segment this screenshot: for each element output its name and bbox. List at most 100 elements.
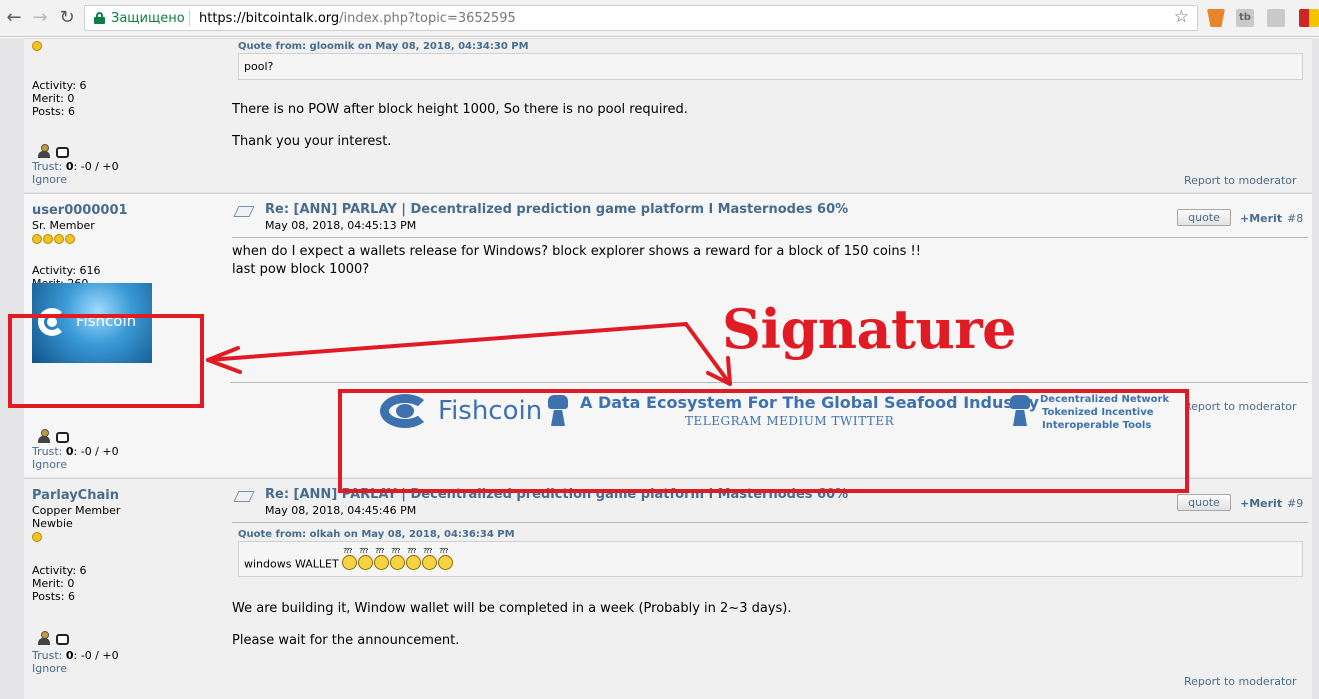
url-host: https://bitcointalk.org: [199, 11, 340, 26]
quote-button[interactable]: quote: [1177, 209, 1231, 226]
post-date: May 08, 2018, 04:45:46 PM: [265, 504, 417, 517]
annotation-label: Signature: [722, 297, 1017, 361]
post-body-line: when do I expect a wallets release for W…: [232, 244, 921, 259]
activity-stat: Activity: 6: [32, 564, 87, 577]
merit-stat: Merit: 0: [32, 577, 75, 590]
emoticon-row: [342, 547, 454, 571]
bookmark-star-icon[interactable]: ☆: [1174, 7, 1189, 27]
post-subject-icon: [232, 204, 256, 218]
url-text[interactable]: https://bitcointalk.org/index.php?topic=…: [199, 11, 516, 26]
forum-post: ParlayChain Copper Member Newbie Activit…: [24, 478, 1312, 699]
confused-emoticon-icon: [438, 547, 454, 570]
profile-icons: [38, 631, 69, 647]
merit-button[interactable]: +Merit: [1240, 497, 1282, 510]
bookmark-extension-icon[interactable]: [1267, 9, 1285, 27]
username[interactable]: user0000001: [32, 203, 222, 219]
post-divider: [232, 237, 1308, 238]
annotation-box-signature: [338, 389, 1189, 493]
rank-coin-icon: [32, 532, 42, 542]
post-number[interactable]: #8: [1287, 212, 1303, 225]
rank-coins: [32, 532, 222, 544]
username[interactable]: ParlayChain: [32, 488, 222, 504]
member-rank-secondary: Newbie: [32, 517, 73, 530]
poster-stats: Activity: 6 Merit: 0 Posts: 6: [32, 79, 222, 118]
post-body-line: There is no POW after block height 1000,…: [232, 102, 688, 117]
profile-icon[interactable]: [38, 631, 50, 645]
quote-button[interactable]: quote: [1177, 494, 1231, 511]
member-rank: Sr. Member: [32, 219, 95, 232]
ignore-link[interactable]: Ignore: [32, 173, 67, 186]
post-number[interactable]: #9: [1287, 497, 1303, 510]
poster-info: Activity: 6 Merit: 0 Posts: 6: [32, 39, 222, 118]
address-separator: [189, 10, 190, 26]
browser-toolbar: ← → ↻ Защищено https://bitcointalk.org/i…: [0, 0, 1319, 37]
url-path: /index.php?topic=3652595: [339, 11, 516, 26]
flag-extension-icon[interactable]: [1299, 9, 1319, 27]
activity-stat: Activity: 6: [32, 79, 87, 92]
report-link[interactable]: Report to moderator: [1184, 675, 1297, 688]
tb-extension-icon[interactable]: tb: [1236, 9, 1254, 27]
post-body-line: last pow block 1000?: [232, 262, 370, 277]
confused-emoticon-icon: [422, 547, 438, 570]
trust-label: Trust:: [32, 160, 63, 173]
profile-icon[interactable]: [38, 144, 50, 158]
report-link[interactable]: Report to moderator: [1184, 174, 1297, 187]
trust-line: Trust: 0: -0 / +0: [32, 160, 119, 173]
confused-emoticon-icon: [374, 547, 390, 570]
post-date: May 08, 2018, 04:45:13 PM: [265, 219, 417, 232]
merit-button[interactable]: +Merit: [1240, 212, 1282, 225]
profile-icons: [38, 429, 69, 445]
post-divider: [232, 522, 1308, 523]
forum-post: Activity: 6 Merit: 0 Posts: 6 Trust: 0: …: [24, 38, 1312, 192]
confused-emoticon-icon: [342, 547, 358, 570]
message-icon[interactable]: [56, 432, 69, 443]
post-subject[interactable]: Re: [ANN] PARLAY | Decentralized predict…: [265, 202, 848, 217]
address-bar[interactable]: Защищено https://bitcointalk.org/index.p…: [84, 5, 1198, 31]
reload-button[interactable]: ↻: [55, 6, 79, 30]
message-icon[interactable]: [56, 147, 69, 158]
post-body: when do I expect a wallets release for W…: [232, 243, 921, 279]
posts-stat: Posts: 6: [32, 105, 75, 118]
back-button[interactable]: ←: [2, 6, 26, 30]
confused-emoticon-icon: [390, 547, 406, 570]
merit-stat: Merit: 0: [32, 92, 75, 105]
post-body-line: We are building it, Window wallet will b…: [232, 601, 792, 616]
ignore-link[interactable]: Ignore: [32, 458, 67, 471]
metamask-extension-icon[interactable]: [1207, 9, 1225, 27]
secure-label: Защищено: [111, 11, 185, 26]
poster-info: ParlayChain Copper Member Newbie Activit…: [32, 488, 222, 603]
rank-coins: [32, 234, 222, 246]
confused-emoticon-icon: [406, 547, 422, 570]
quote-text: windows WALLET: [244, 557, 339, 571]
rank-coin-icon: [32, 41, 42, 51]
rank-coin-icon: [43, 234, 53, 244]
post-body-line: Please wait for the announcement.: [232, 633, 460, 648]
rank-coin-icon: [65, 234, 75, 244]
trust-line: Trust: 0: -0 / +0: [32, 445, 119, 458]
trust-values: : -0 / +0: [73, 160, 119, 173]
rank-coin-icon: [54, 234, 64, 244]
trust-score: 0: [65, 445, 74, 458]
annotation-box-avatar: [8, 314, 204, 408]
rank-coin-icon: [32, 234, 42, 244]
confused-emoticon-icon: [358, 547, 374, 570]
quote-header[interactable]: Quote from: gloomik on May 08, 2018, 04:…: [238, 41, 529, 52]
message-icon[interactable]: [56, 634, 69, 645]
post-body: There is no POW after block height 1000,…: [232, 101, 688, 151]
post-subject-icon: [232, 489, 256, 503]
trust-score: 0: [65, 160, 74, 173]
trust-values: : -0 / +0: [73, 649, 119, 662]
trust-label: Trust:: [32, 445, 63, 458]
profile-icon[interactable]: [38, 429, 50, 443]
lock-icon: [94, 12, 105, 24]
profile-icons: [38, 144, 69, 160]
trust-values: : -0 / +0: [73, 445, 119, 458]
post-body-line: Thank you your interest.: [232, 134, 392, 149]
rank-coins: [32, 41, 222, 53]
quote-box: pool?: [238, 53, 1303, 80]
quote-box: windows WALLET: [238, 541, 1303, 577]
ignore-link[interactable]: Ignore: [32, 662, 67, 675]
forward-button[interactable]: →: [28, 6, 52, 30]
trust-score: 0: [65, 649, 74, 662]
quote-header[interactable]: Quote from: olkah on May 08, 2018, 04:36…: [238, 529, 515, 540]
